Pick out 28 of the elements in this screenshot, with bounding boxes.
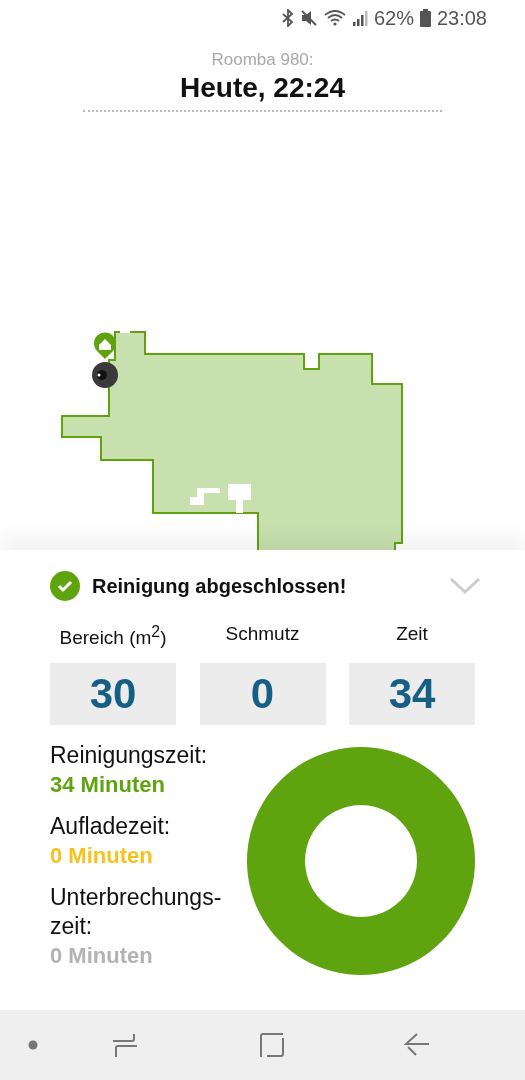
stat-value: 30: [50, 663, 176, 725]
wifi-icon: [323, 9, 346, 27]
legend-label: Unterbrechungs-zeit:: [50, 883, 223, 941]
cleaning-status: Reinigung abgeschlossen!: [92, 574, 348, 598]
home-icon[interactable]: [259, 1032, 285, 1058]
bluetooth-icon: [281, 9, 294, 27]
legend-label: Aufladezeit:: [50, 812, 172, 841]
expand-toggle[interactable]: [449, 577, 481, 595]
back-icon[interactable]: [404, 1032, 430, 1058]
stat-label: Zeit: [396, 623, 428, 646]
dot-icon[interactable]: [28, 1040, 38, 1050]
recent-apps-icon[interactable]: [112, 1032, 138, 1058]
battery-percent: 62%: [373, 6, 414, 30]
mute-icon: [299, 9, 318, 27]
legend-value: 0 Minuten: [50, 842, 154, 870]
battery-icon: [419, 9, 431, 27]
stat-value: 0: [199, 663, 326, 725]
legend-value: 34 Minuten: [50, 771, 166, 799]
legend-label: Reinigungszeit:: [50, 741, 209, 770]
clock-time: 23:08: [436, 6, 487, 30]
session-title: Heute, 22:24: [180, 72, 345, 104]
stat-label: Schmutz: [225, 623, 300, 646]
stat-label: Bereich (m$^{2}$): [59, 623, 167, 651]
stat-value: 34: [349, 663, 475, 725]
check-icon: [50, 571, 80, 601]
legend-value: 0 Minuten: [50, 942, 154, 970]
signal-icon: [351, 9, 368, 27]
device-name: Roomba 980:: [211, 50, 314, 70]
